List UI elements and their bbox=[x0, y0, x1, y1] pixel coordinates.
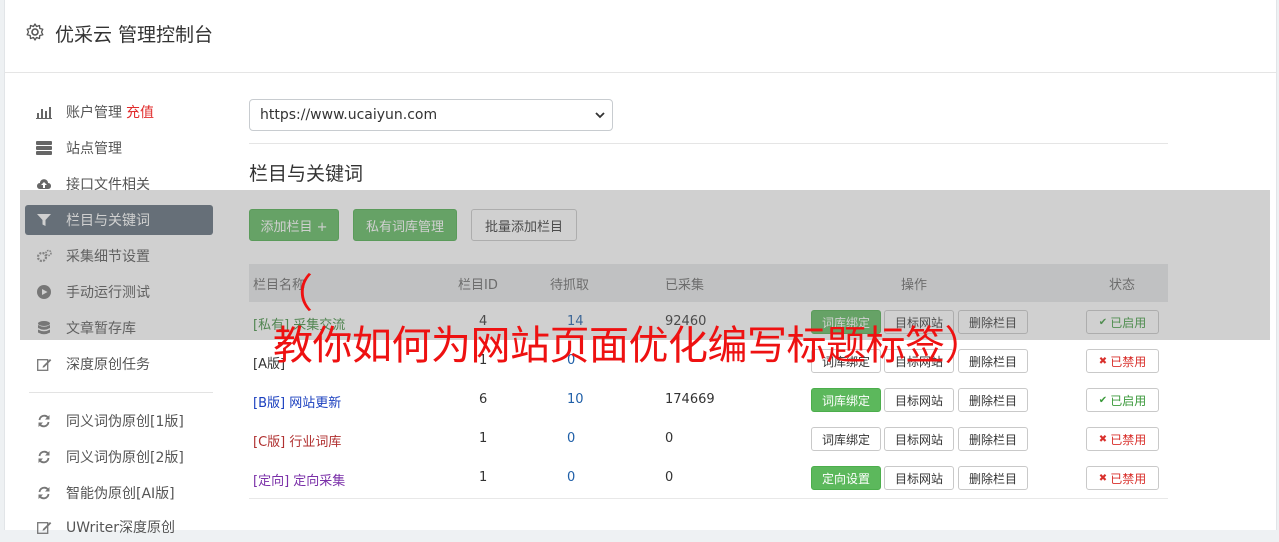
sidebar-item-synonym-v2[interactable]: 同义词伪原创[2版] bbox=[25, 442, 213, 472]
delete-column-button[interactable]: 删除栏目 bbox=[958, 388, 1028, 412]
column-title: 网站更新 bbox=[285, 396, 342, 411]
column-title: 行业词库 bbox=[285, 435, 342, 450]
refresh-icon bbox=[36, 449, 52, 465]
status-label: 已禁用 bbox=[1110, 354, 1147, 369]
sidebar-item-label: 同义词伪原创[1版] bbox=[66, 414, 184, 430]
column-title: 定向采集 bbox=[289, 474, 346, 489]
sidebar-item-label: 智能伪原创[AI版] bbox=[66, 486, 175, 502]
collected-count: 174669 bbox=[665, 392, 715, 407]
target-site-button[interactable]: 目标网站 bbox=[884, 466, 954, 490]
delete-column-button[interactable]: 删除栏目 bbox=[958, 466, 1028, 490]
top-bar: 优采云 管理控制台 bbox=[5, 0, 1276, 73]
sidebar-item-sites[interactable]: 站点管理 bbox=[25, 133, 213, 163]
bind-lib-button[interactable]: 词库绑定 bbox=[811, 427, 881, 451]
column-tag: [B版] bbox=[253, 396, 286, 411]
site-select-value: https://www.ucaiyun.com bbox=[260, 107, 438, 123]
bind-lib-button[interactable]: 词库绑定 bbox=[811, 388, 881, 412]
times-icon: ✖ bbox=[1098, 433, 1108, 445]
edit-icon bbox=[36, 519, 52, 535]
delete-column-button[interactable]: 删除栏目 bbox=[958, 427, 1028, 451]
column-name[interactable]: [C版] 行业词库 bbox=[253, 431, 341, 450]
section-title: 栏目与关键词 bbox=[249, 163, 364, 185]
sidebar-item-deep-original[interactable]: 深度原创任务 bbox=[25, 349, 213, 379]
overlay-title-line: 教你如何为网站页面优化编写标题标签） bbox=[273, 323, 985, 369]
server-icon bbox=[36, 140, 52, 156]
sidebar-item-label: 站点管理 bbox=[66, 141, 122, 157]
table-row: [C版] 行业词库 1 0 0 词库绑定 目标网站 删除栏目 ✖ 已禁用 bbox=[249, 420, 1168, 460]
sidebar-divider bbox=[29, 392, 213, 393]
sidebar-item-uwriter[interactable]: UWriter深度原创 bbox=[25, 512, 213, 542]
pending-count[interactable]: 10 bbox=[567, 392, 584, 407]
target-site-button[interactable]: 目标网站 bbox=[884, 427, 954, 451]
sidebar-item-ai-rewrite[interactable]: 智能伪原创[AI版] bbox=[25, 478, 213, 508]
bar-chart-icon bbox=[36, 104, 52, 120]
status-badge[interactable]: ✖ 已禁用 bbox=[1086, 349, 1159, 373]
overlay-title: （ 教你如何为网站页面优化编写标题标签） bbox=[273, 268, 1033, 372]
bind-lib-button[interactable]: 定向设置 bbox=[811, 466, 881, 490]
status-label: 已禁用 bbox=[1110, 471, 1147, 486]
divider bbox=[249, 143, 1168, 144]
sidebar-item-account[interactable]: 账户管理 充值 bbox=[25, 97, 213, 127]
column-name[interactable]: [定向] 定向采集 bbox=[253, 470, 345, 489]
table-row: [定向] 定向采集 1 0 0 定向设置 目标网站 删除栏目 ✖ 已禁用 bbox=[249, 459, 1168, 499]
column-tag: [C版] bbox=[253, 435, 286, 450]
table-row: [B版] 网站更新 6 10 174669 词库绑定 目标网站 删除栏目 ✔ 已启用 bbox=[249, 381, 1168, 421]
overlay-title-line: （ bbox=[273, 271, 313, 317]
target-site-button[interactable]: 目标网站 bbox=[884, 388, 954, 412]
status-label: 已启用 bbox=[1110, 393, 1147, 408]
status-badge[interactable]: ✔ 已启用 bbox=[1086, 388, 1159, 412]
column-id: 6 bbox=[479, 392, 488, 407]
column-id: 1 bbox=[479, 431, 488, 446]
chevron-down-icon bbox=[594, 109, 606, 125]
check-icon: ✔ bbox=[1098, 394, 1108, 406]
page-title: 优采云 管理控制台 bbox=[55, 24, 214, 46]
collected-count: 0 bbox=[665, 470, 674, 485]
collected-count: 0 bbox=[665, 431, 674, 446]
pending-count[interactable]: 0 bbox=[567, 470, 575, 485]
refresh-icon bbox=[36, 413, 52, 429]
sidebar-item-label: 同义词伪原创[2版] bbox=[66, 450, 184, 466]
sidebar-item-label: 账户管理 bbox=[66, 105, 122, 121]
status-badge[interactable]: ✖ 已禁用 bbox=[1086, 466, 1159, 490]
column-tag: [定向] bbox=[253, 474, 290, 489]
site-select[interactable]: https://www.ucaiyun.com bbox=[249, 99, 613, 131]
sidebar-item-label: UWriter深度原创 bbox=[66, 520, 175, 536]
status-badge[interactable]: ✖ 已禁用 bbox=[1086, 427, 1159, 451]
sidebar-item-label: 深度原创任务 bbox=[66, 357, 150, 373]
times-icon: ✖ bbox=[1098, 355, 1108, 367]
gear-icon bbox=[25, 22, 45, 42]
sidebar-item-synonym-v1[interactable]: 同义词伪原创[1版] bbox=[25, 406, 213, 436]
column-name[interactable]: [B版] 网站更新 bbox=[253, 392, 341, 411]
pending-count[interactable]: 0 bbox=[567, 431, 575, 446]
edit-icon bbox=[36, 356, 52, 372]
column-id: 1 bbox=[479, 470, 488, 485]
status-label: 已禁用 bbox=[1110, 432, 1147, 447]
times-icon: ✖ bbox=[1098, 472, 1108, 484]
recharge-link[interactable]: 充值 bbox=[126, 102, 154, 122]
refresh-icon bbox=[36, 485, 52, 501]
app-frame: 优采云 管理控制台 账户管理 充值 站点管理 接口文件相关 栏目与关键词 采集细… bbox=[4, 0, 1277, 536]
